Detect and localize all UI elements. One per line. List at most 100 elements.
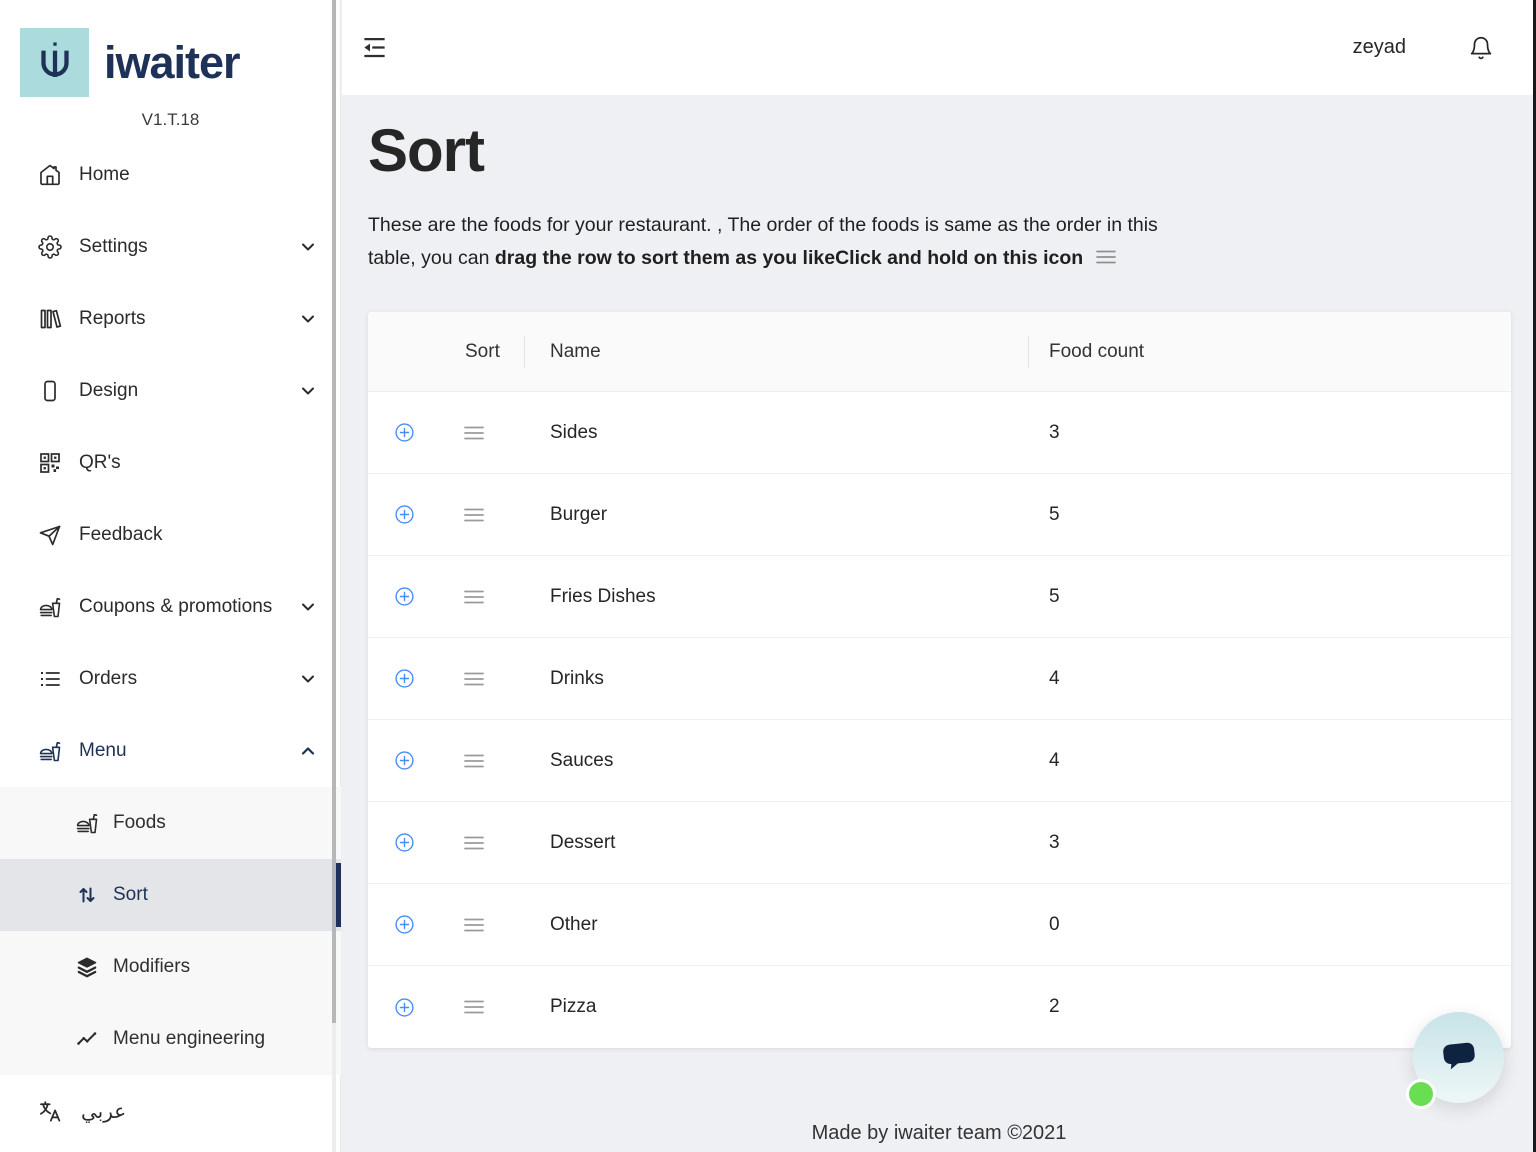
sidebar-item-sort[interactable]: Sort [0, 859, 341, 931]
row-food-count: 2 [1049, 996, 1060, 1018]
sidebar-item-coupons[interactable]: Coupons & promotions [0, 571, 341, 643]
sidebar-item-settings[interactable]: Settings [0, 211, 341, 283]
chevron-down-icon [300, 311, 316, 327]
sidebar-item-design[interactable]: Design [0, 355, 341, 427]
sidebar-item-qrs[interactable]: QR's [0, 427, 341, 499]
paper-plane-icon [38, 523, 62, 547]
home-icon [38, 163, 62, 187]
app-root: iwaiter V1.T.18 Home Settings [0, 0, 1536, 1152]
iwaiter-logo-icon [20, 28, 89, 97]
row-name: Sauces [550, 750, 613, 772]
phone-icon [38, 379, 62, 403]
expand-plus-icon[interactable] [394, 586, 415, 607]
row-food-count: 4 [1049, 668, 1060, 690]
sidebar-item-label: Coupons & promotions [79, 596, 300, 618]
trend-chart-icon [75, 1027, 99, 1051]
gear-icon [38, 235, 62, 259]
expand-plus-icon[interactable] [394, 914, 415, 935]
expand-plus-icon[interactable] [394, 504, 415, 525]
table-row[interactable]: Sauces 4 [368, 720, 1511, 802]
drag-handle-icon[interactable] [463, 997, 485, 1017]
row-name: Burger [550, 504, 607, 526]
row-food-count: 0 [1049, 914, 1060, 936]
sidebar-item-label: Design [79, 380, 300, 402]
active-item-indicator [336, 863, 341, 927]
layers-icon [75, 955, 99, 979]
sidebar-item-label: Sort [113, 884, 148, 906]
expand-plus-icon[interactable] [394, 668, 415, 689]
language-toggle-arabic[interactable]: عربي [0, 1075, 341, 1147]
menu-submenu: Foods Sort Modifiers Menu engineering [0, 787, 341, 1075]
sidebar-scrollbar-thumb[interactable] [332, 0, 336, 1023]
drag-handle-icon[interactable] [463, 669, 485, 689]
drag-handle-icon[interactable] [463, 915, 485, 935]
row-name: Fries Dishes [550, 586, 656, 608]
drag-handle-icon[interactable] [463, 587, 485, 607]
sidebar-item-orders[interactable]: Orders [0, 643, 341, 715]
row-food-count: 4 [1049, 750, 1060, 772]
online-status-dot [1406, 1079, 1436, 1109]
row-food-count: 5 [1049, 504, 1060, 526]
reports-icon [38, 307, 62, 331]
page-content: Sort These are the foods for your restau… [342, 95, 1536, 1152]
drag-handle-icon[interactable] [463, 751, 485, 771]
table-row[interactable]: Dessert 3 [368, 802, 1511, 884]
drag-handle-icon[interactable] [463, 833, 485, 853]
brand-wordmark: iwaiter [104, 37, 240, 89]
expand-plus-icon[interactable] [394, 832, 415, 853]
header-divider [1028, 336, 1029, 368]
table-row[interactable]: Pizza 2 [368, 966, 1511, 1048]
app-version: V1.T.18 [0, 110, 341, 130]
sidebar-item-reports[interactable]: Reports [0, 283, 341, 355]
table-row[interactable]: Drinks 4 [368, 638, 1511, 720]
sort-arrows-icon [75, 883, 99, 907]
description-bold-click: Click and hold on this icon [835, 247, 1083, 269]
row-food-count: 3 [1049, 422, 1060, 444]
main-area: zeyad Sort These are the foods for your … [342, 0, 1536, 1152]
sidebar-item-foods[interactable]: Foods [0, 787, 341, 859]
fastfood-icon [75, 811, 99, 835]
sidebar-item-menu-engineering[interactable]: Menu engineering [0, 1003, 341, 1075]
sidebar-item-label: Menu engineering [113, 1028, 265, 1050]
column-header-sort: Sort [465, 341, 500, 363]
table-row[interactable]: Fries Dishes 5 [368, 556, 1511, 638]
table-header-row: Sort Name Food count [368, 312, 1511, 392]
sidebar-item-home[interactable]: Home [0, 139, 341, 211]
sidebar-item-feedback[interactable]: Feedback [0, 499, 341, 571]
expand-plus-icon[interactable] [394, 750, 415, 771]
expand-plus-icon[interactable] [394, 997, 415, 1018]
drag-handle-icon [1095, 248, 1117, 266]
sidebar-item-label: Reports [79, 308, 300, 330]
row-name: Drinks [550, 668, 604, 690]
chevron-down-icon [300, 239, 316, 255]
fastfood-icon [38, 595, 62, 619]
table-row[interactable]: Sides 3 [368, 392, 1511, 474]
row-name: Other [550, 914, 598, 936]
page-description: These are the foods for your restaurant.… [368, 209, 1168, 274]
drag-handle-icon[interactable] [463, 505, 485, 525]
drag-handle-icon[interactable] [463, 423, 485, 443]
footer-credit: Made by iwaiter team ©2021 [342, 1122, 1536, 1145]
table-row[interactable]: Other 0 [368, 884, 1511, 966]
sidebar-collapse-icon[interactable] [361, 34, 388, 61]
column-header-name: Name [550, 341, 601, 363]
notifications-bell-icon[interactable] [1468, 35, 1494, 61]
username[interactable]: zeyad [1353, 36, 1406, 59]
sidebar-item-label: Settings [79, 236, 300, 258]
qr-code-icon [38, 451, 62, 475]
header-divider [524, 336, 525, 368]
sidebar-item-label: Foods [113, 812, 166, 834]
top-header: zeyad [342, 0, 1536, 95]
brand[interactable]: iwaiter [20, 28, 240, 97]
sidebar-item-menu[interactable]: Menu [0, 715, 341, 787]
page-title: Sort [342, 95, 1536, 184]
sidebar-item-label: Home [79, 164, 316, 186]
row-food-count: 5 [1049, 586, 1060, 608]
translate-icon [38, 1099, 63, 1124]
header-actions: zeyad [1353, 35, 1494, 61]
table-row[interactable]: Burger 5 [368, 474, 1511, 556]
sidebar-item-label: Menu [79, 740, 300, 762]
sidebar-item-modifiers[interactable]: Modifiers [0, 931, 341, 1003]
expand-plus-icon[interactable] [394, 422, 415, 443]
language-label: عربي [81, 1099, 126, 1123]
